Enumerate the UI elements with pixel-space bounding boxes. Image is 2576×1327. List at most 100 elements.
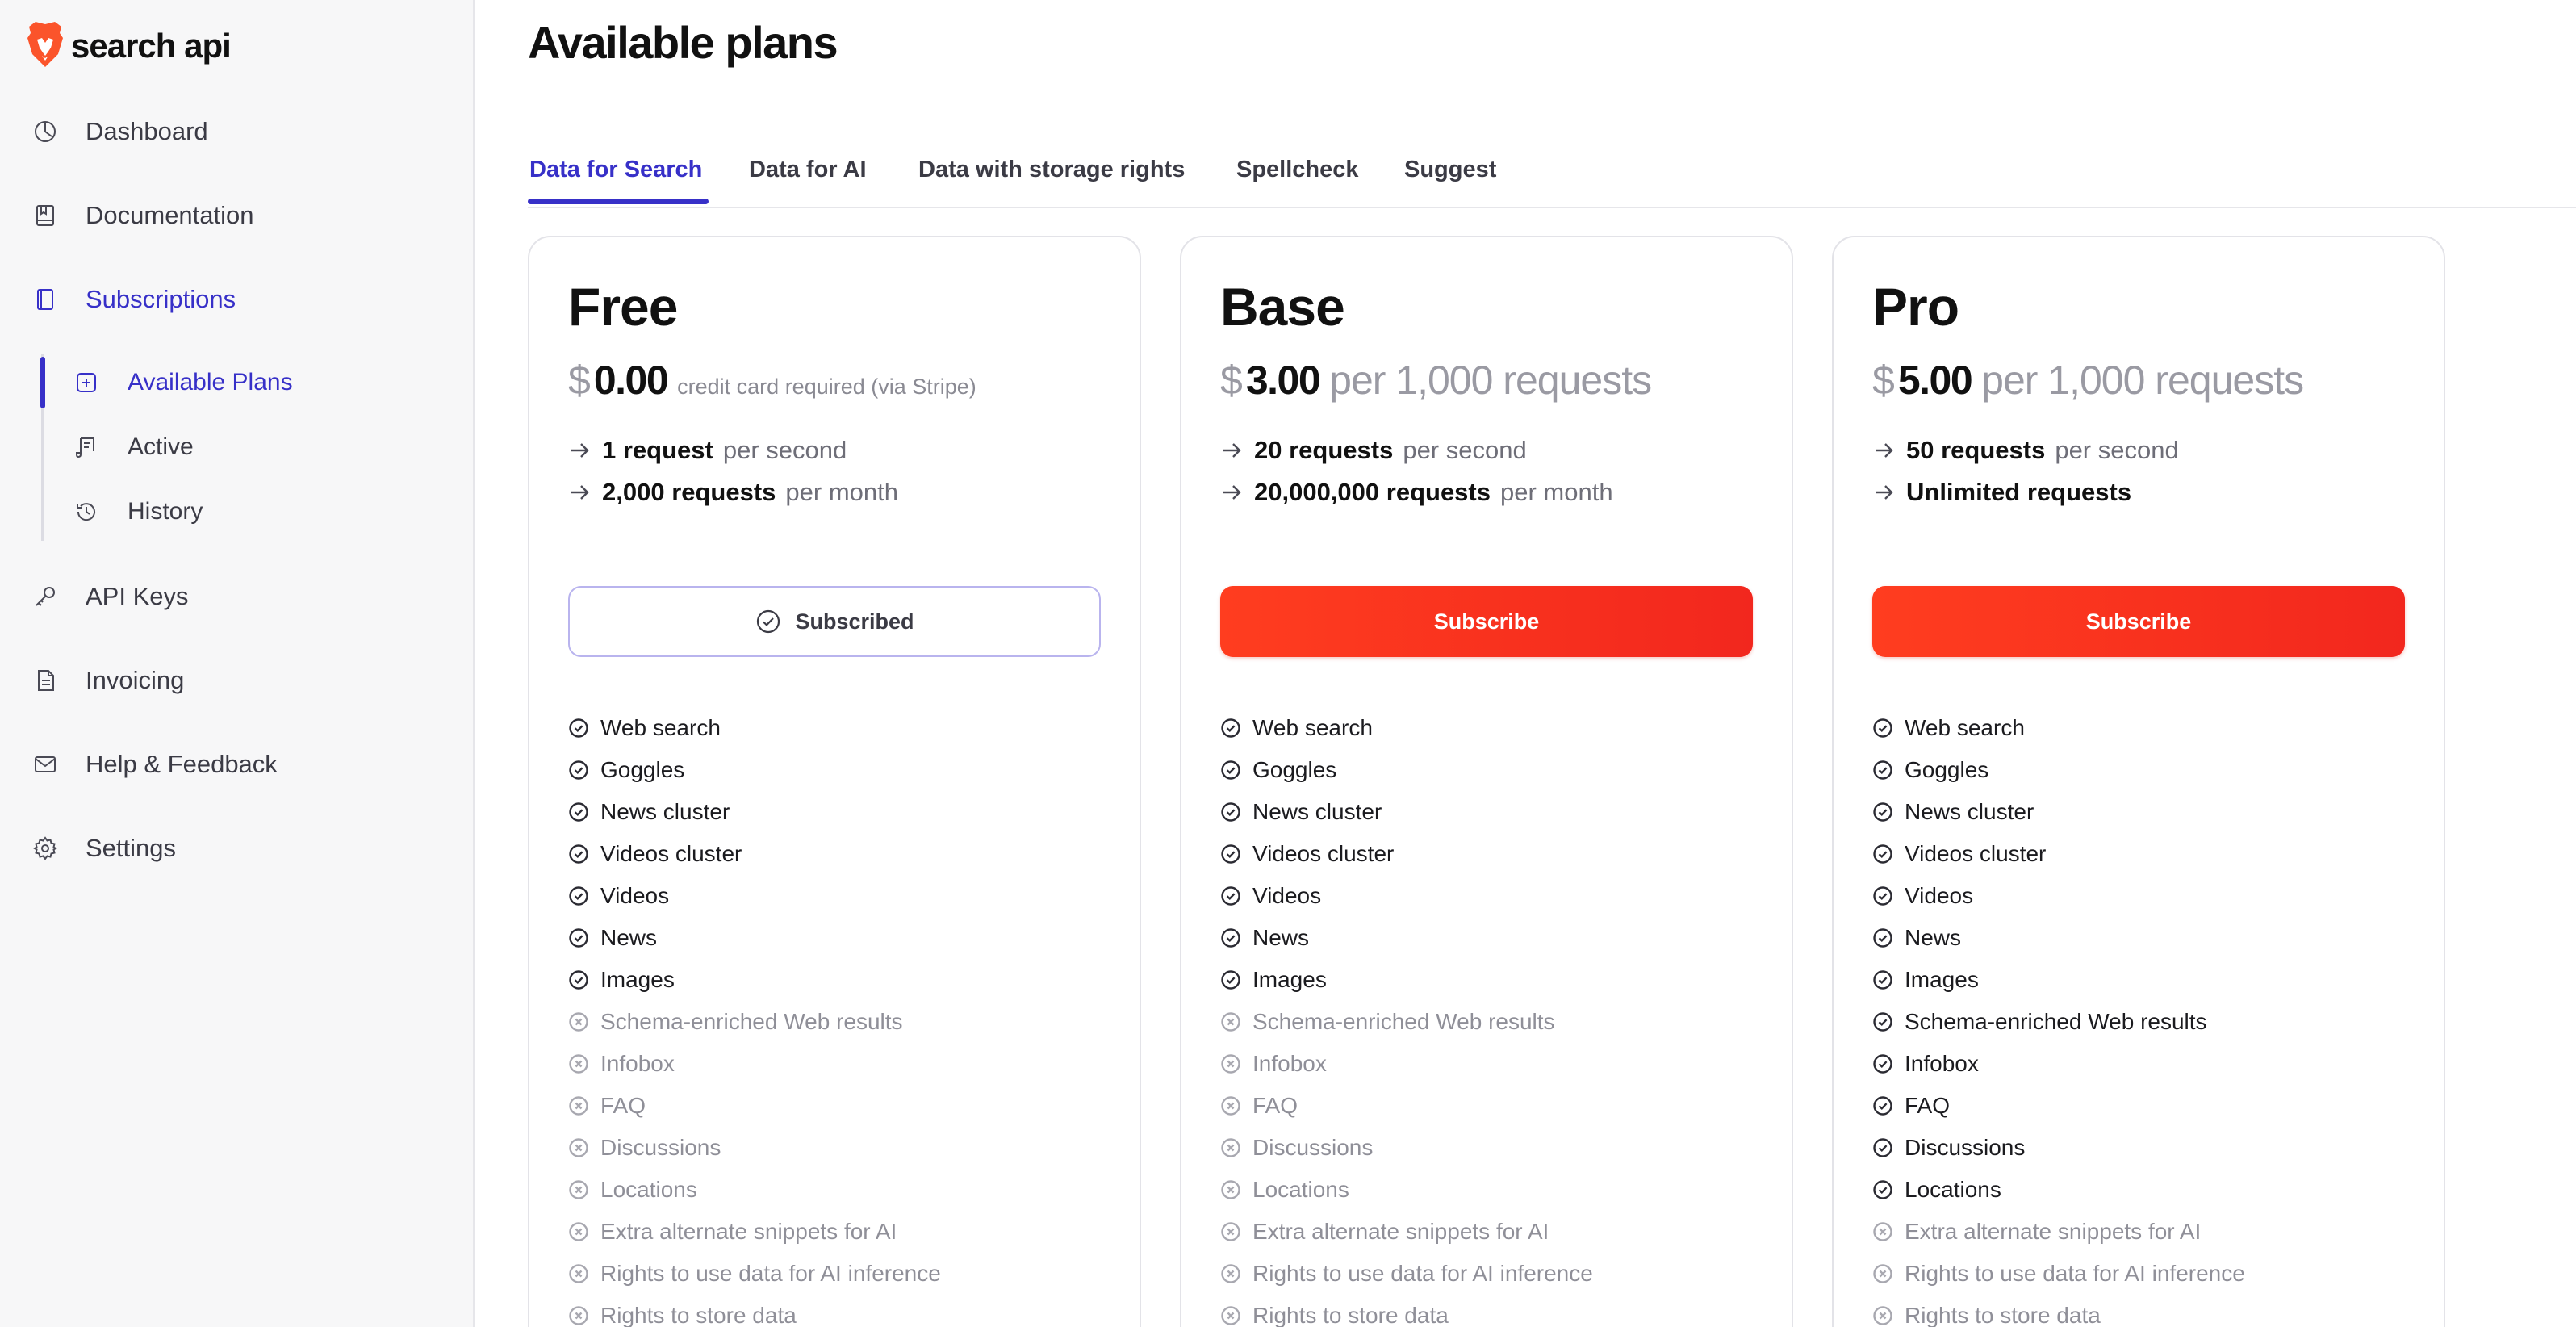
rate-limit-per-second: 20 requests per second [1220, 433, 1527, 468]
x-circle-icon [568, 1011, 600, 1032]
feature-label: Infobox [600, 1051, 675, 1076]
tab-spellcheck[interactable]: Spellcheck [1236, 157, 1359, 183]
plan-name: Base [1220, 277, 1345, 337]
check-circle-icon [1872, 969, 1905, 990]
feature-item: Infobox [568, 1043, 1117, 1085]
check-circle-icon [1872, 802, 1905, 823]
plan-name: Pro [1872, 277, 1959, 337]
check-circle-icon [568, 885, 600, 906]
feature-item: Videos [568, 875, 1117, 917]
feature-label: Discussions [600, 1135, 721, 1160]
feature-item: News cluster [1220, 791, 1769, 833]
limit-period: per second [2055, 436, 2179, 464]
sidebar-item-label: API Keys [86, 582, 189, 610]
arrow-right-icon [568, 480, 592, 504]
sidebar-item-label: Subscriptions [86, 285, 236, 313]
sidebar: search api Dashboard Documentation Subsc… [0, 0, 475, 1327]
feature-item: FAQ [1872, 1085, 2421, 1127]
feature-item: Images [568, 959, 1117, 1001]
page-title: Available plans [528, 17, 838, 68]
feature-item: Goggles [1872, 749, 2421, 791]
feature-item: Rights to use data for AI inference [1220, 1253, 1769, 1295]
x-circle-icon [1220, 1053, 1252, 1074]
price-unit: per 1,000 requests [1981, 358, 2304, 403]
feature-label: Schema-enriched Web results [1905, 1009, 2207, 1034]
sidebar-item-settings[interactable]: Settings [0, 820, 475, 877]
feature-label: Discussions [1252, 1135, 1374, 1160]
feature-item: Rights to store data [1220, 1295, 1769, 1327]
feature-item: Web search [1220, 707, 1769, 749]
tab-data-with-storage-rights[interactable]: Data with storage rights [918, 157, 1185, 183]
feature-label: News cluster [600, 799, 730, 824]
feature-item: Videos cluster [1220, 833, 1769, 875]
feature-label: Rights to store data [1905, 1303, 2101, 1327]
x-circle-icon [1220, 1221, 1252, 1242]
rate-limit-per-month: Unlimited requests [1872, 475, 2141, 510]
feature-item: Rights to use data for AI inference [1872, 1253, 2421, 1295]
x-circle-icon [1220, 1179, 1252, 1200]
plan-card-pro: Pro $ 5.00 per 1,000 requests 50 request… [1832, 236, 2445, 1327]
feature-label: News [1252, 925, 1310, 950]
x-circle-icon [1872, 1305, 1905, 1326]
feature-label: Images [600, 967, 675, 992]
mail-icon [31, 750, 60, 779]
subscriptions-icon [31, 285, 60, 314]
sidebar-item-help[interactable]: Help & Feedback [0, 736, 475, 793]
price-currency: $ [1220, 358, 1243, 403]
check-circle-icon [1220, 885, 1252, 906]
feature-item: Schema-enriched Web results [1872, 1001, 2421, 1043]
feature-label: Locations [1905, 1177, 2001, 1202]
sidebar-item-api-keys[interactable]: API Keys [0, 568, 475, 625]
price-amount: 0.00 [593, 358, 669, 403]
price-unit: credit card required (via Stripe) [677, 375, 976, 399]
feature-item: Goggles [1220, 749, 1769, 791]
sidebar-item-subscriptions[interactable]: Subscriptions [0, 271, 475, 328]
sidebar-subitem-history[interactable]: History [45, 486, 473, 538]
feature-label: Videos cluster [1252, 841, 1395, 866]
x-circle-icon [568, 1095, 600, 1116]
tab-data-for-ai[interactable]: Data for AI [749, 157, 867, 183]
check-circle-icon [568, 802, 600, 823]
feature-item: Videos cluster [1872, 833, 2421, 875]
feature-label: Goggles [600, 757, 685, 782]
check-circle-icon [1872, 718, 1905, 739]
key-icon [31, 582, 60, 611]
tab-data-for-search[interactable]: Data for Search [529, 157, 702, 183]
check-circle-icon [568, 718, 600, 739]
feature-item: News [1220, 917, 1769, 959]
sidebar-item-dashboard[interactable]: Dashboard [0, 103, 475, 160]
x-circle-icon [568, 1305, 600, 1326]
sidebar-item-label: Help & Feedback [86, 750, 278, 778]
feature-label: Web search [1252, 715, 1373, 740]
feature-label: News cluster [1905, 799, 2034, 824]
check-circle-icon [568, 760, 600, 781]
price-unit: per 1,000 requests [1329, 358, 1652, 403]
subscribe-button[interactable]: Subscribe [1872, 586, 2405, 657]
tab-suggest[interactable]: Suggest [1404, 157, 1496, 183]
feature-label: Videos [1252, 883, 1322, 908]
feature-label: FAQ [1252, 1093, 1298, 1118]
subscribe-button[interactable]: Subscribe [1220, 586, 1753, 657]
limit-period: per month [785, 478, 898, 506]
sidebar-subitem-active[interactable]: Active [45, 421, 473, 473]
subscribed-button[interactable]: Subscribed [568, 586, 1101, 657]
sidebar-item-invoicing[interactable]: Invoicing [0, 652, 475, 709]
feature-label: Videos cluster [600, 841, 742, 866]
feature-label: FAQ [1905, 1093, 1951, 1118]
arrow-right-icon [568, 438, 592, 463]
sidebar-item-documentation[interactable]: Documentation [0, 187, 475, 244]
x-circle-icon [1872, 1263, 1905, 1284]
feature-item: Infobox [1220, 1043, 1769, 1085]
active-tab-indicator [528, 199, 709, 204]
check-circle-icon [1872, 1053, 1905, 1074]
feature-item: Locations [1220, 1169, 1769, 1211]
feature-item: Discussions [568, 1127, 1117, 1169]
feature-label: Locations [600, 1177, 697, 1202]
plan-name: Free [568, 277, 678, 337]
logo[interactable]: search api [24, 21, 232, 71]
sidebar-subitem-available-plans[interactable]: Available Plans [45, 357, 473, 408]
feature-label: Rights to use data for AI inference [1252, 1261, 1593, 1286]
feature-label: Videos cluster [1905, 841, 2047, 866]
arrow-right-icon [1220, 438, 1244, 463]
plan-tabs: Data for Search Data for AI Data with st… [528, 142, 2576, 208]
